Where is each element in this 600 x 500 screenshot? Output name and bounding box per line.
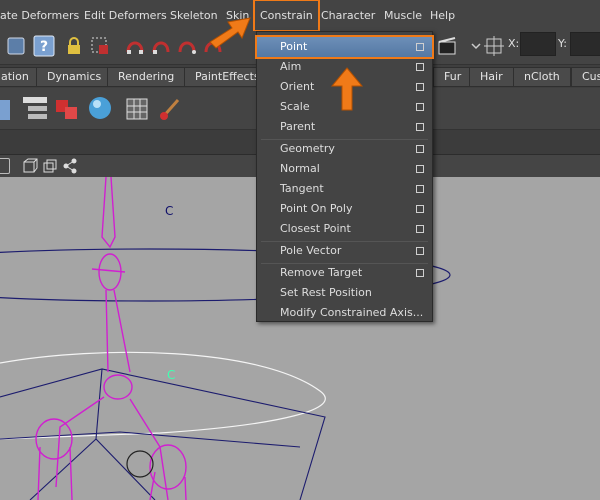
menu-item-set-rest-position[interactable]: Set Rest Position xyxy=(257,283,432,303)
cube-view-icon[interactable] xyxy=(22,158,38,174)
snap-curve-icon[interactable] xyxy=(150,34,174,58)
option-box-icon[interactable] xyxy=(416,103,424,111)
menu-item-parent[interactable]: Parent xyxy=(257,117,432,137)
shelf-red-cubes-icon[interactable] xyxy=(52,94,82,124)
menu-item-label: Normal xyxy=(280,162,320,175)
skeleton-rig xyxy=(35,177,187,500)
menu-item-normal[interactable]: Normal xyxy=(257,159,432,179)
annotation-arrow-icon xyxy=(330,67,364,111)
menu-item-label: Set Rest Position xyxy=(280,286,372,299)
option-box-icon[interactable] xyxy=(416,247,424,255)
menu-bar: ate Deformers Edit Deformers Skeleton Sk… xyxy=(0,0,600,32)
option-box-icon[interactable] xyxy=(416,145,424,153)
menu-character[interactable]: Character xyxy=(321,0,375,31)
shelf-paint-brush-icon[interactable] xyxy=(156,94,186,124)
joint-handle xyxy=(126,450,154,478)
option-box-icon[interactable] xyxy=(416,83,424,91)
menu-item-remove-target[interactable]: Remove Target xyxy=(257,263,432,283)
menu-item-tangent[interactable]: Tangent xyxy=(257,179,432,199)
white-nurbs-curve xyxy=(0,351,326,440)
render-clapper-icon[interactable] xyxy=(436,34,460,58)
snap-point-icon[interactable] xyxy=(176,34,200,58)
menu-item-label: Scale xyxy=(280,100,310,113)
shelf-outliner-icon[interactable] xyxy=(20,94,50,124)
tab-hair[interactable]: Hair xyxy=(469,67,514,87)
menu-item-point-on-poly[interactable]: Point On Poly xyxy=(257,199,432,219)
transform-field-icon[interactable] xyxy=(482,34,506,58)
panel-icon[interactable] xyxy=(0,158,10,174)
menu-item-label: Geometry xyxy=(280,142,335,155)
menu-item-label: Aim xyxy=(280,60,302,73)
menu-item-label: Parent xyxy=(280,120,316,133)
annotation-arrow-icon xyxy=(209,17,251,49)
option-box-icon[interactable] xyxy=(416,43,424,51)
option-box-icon[interactable] xyxy=(416,123,424,131)
help-icon[interactable]: ? xyxy=(32,34,56,58)
tab-fur[interactable]: Fur xyxy=(433,67,473,87)
menu-item-label: Orient xyxy=(280,80,315,93)
x-field-label: X: xyxy=(508,37,520,50)
option-box-icon[interactable] xyxy=(416,205,424,213)
grid-plane-lines xyxy=(0,368,326,500)
menu-item-label: Pole Vector xyxy=(280,244,342,257)
menu-item-label: Tangent xyxy=(280,182,324,195)
tab-rendering[interactable]: Rendering xyxy=(107,67,186,87)
option-box-icon[interactable] xyxy=(416,225,424,233)
y-field[interactable] xyxy=(570,32,600,56)
menu-item-point[interactable]: Point xyxy=(255,35,434,59)
tab-dynamics[interactable]: Dynamics xyxy=(36,67,113,87)
menu-item-modify-constrained-axis[interactable]: Modify Constrained Axis... xyxy=(257,303,432,323)
locator-label-1: C xyxy=(165,204,173,218)
lock-icon[interactable] xyxy=(62,34,86,58)
option-box-icon[interactable] xyxy=(416,63,424,71)
menu-edit-deformers[interactable]: Edit Deformers xyxy=(84,0,167,31)
locator-label-2: C xyxy=(167,368,175,382)
menu-constrain[interactable]: Constrain xyxy=(253,0,320,32)
menu-item-closest-point[interactable]: Closest Point xyxy=(257,219,432,239)
menu-item-label: Closest Point xyxy=(280,222,351,235)
shelf-sphere-icon[interactable] xyxy=(86,94,116,124)
select-tool-icon[interactable] xyxy=(4,34,28,58)
option-box-icon[interactable] xyxy=(416,269,424,277)
menu-item-label: Remove Target xyxy=(280,266,363,279)
menu-item-pole-vector[interactable]: Pole Vector xyxy=(257,241,432,261)
menu-item-label: Point xyxy=(280,40,308,53)
menu-item-geometry[interactable]: Geometry xyxy=(257,139,432,159)
menu-item-label: Point On Poly xyxy=(280,202,353,215)
copy-panel-icon[interactable] xyxy=(42,158,58,174)
menu-help[interactable]: Help xyxy=(430,0,455,31)
shelf-cube-grid-icon[interactable] xyxy=(122,94,152,124)
tab-animation[interactable]: ation xyxy=(0,67,40,87)
tab-custom[interactable]: Cus xyxy=(571,67,600,87)
tab-ncloth[interactable]: nCloth xyxy=(513,67,571,87)
svg-text:?: ? xyxy=(40,39,48,55)
selection-mask-icon[interactable] xyxy=(88,34,112,58)
x-field[interactable] xyxy=(520,32,556,56)
snap-grid-icon[interactable] xyxy=(124,34,148,58)
option-box-icon[interactable] xyxy=(416,185,424,193)
menu-muscle[interactable]: Muscle xyxy=(384,0,422,31)
y-field-label: Y: xyxy=(558,37,567,50)
share-icon[interactable] xyxy=(62,158,78,174)
menu-item-label: Modify Constrained Axis... xyxy=(280,306,424,319)
menu-create-deformers[interactable]: ate Deformers xyxy=(0,0,79,31)
option-box-icon[interactable] xyxy=(416,165,424,173)
